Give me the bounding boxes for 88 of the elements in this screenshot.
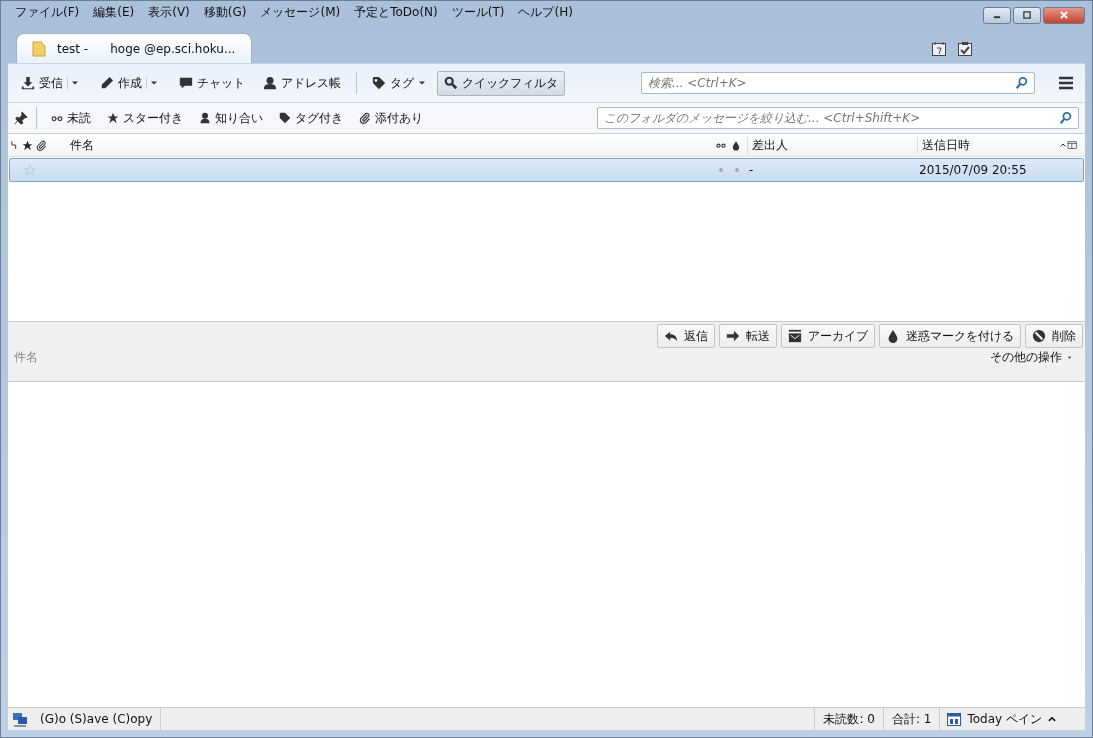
menu-item[interactable]: ファイル(F) [8,1,87,23]
search-field[interactable]: 検索... <Ctrl+K> [641,72,1035,94]
pin-button[interactable] [14,111,28,125]
tab-account: hoge @ep.sci.hoku... [110,41,236,56]
flame-icon [886,329,900,343]
tag-icon [372,76,386,90]
toolbar-button[interactable]: 作成 [93,70,168,96]
glasses-icon [715,140,727,150]
close-icon [1058,10,1070,20]
menu-button[interactable] [1057,75,1075,91]
star-icon [22,139,33,151]
message-action-button[interactable]: 迷惑マークを付ける [879,324,1021,348]
filter-search-field[interactable]: このフォルダのメッセージを絞り込む... <Ctrl+Shift+K> [597,107,1079,129]
pin-icon [14,111,28,125]
person-icon [199,112,211,124]
star-icon [107,112,119,124]
pencil-icon [100,76,114,90]
column-header[interactable]: 件名 [50,136,715,154]
total-count: 合計: 1 [883,708,941,730]
clipboard-check-icon [957,41,973,57]
caret-icon [71,79,79,87]
paperclip-icon [359,112,371,124]
right-arrow-icon [726,329,740,343]
filter-button[interactable]: スター付き [101,106,189,130]
message-action-button[interactable]: 転送 [719,324,777,348]
message-action-button[interactable]: アーカイブ [781,324,875,348]
maximize-button[interactable] [1013,6,1041,24]
toolbar-button[interactable]: タグ [365,70,433,96]
more-actions-button[interactable]: その他の操作 [984,348,1079,367]
read-dot [719,168,723,172]
archive-box-icon [788,329,802,343]
toolbar-button[interactable]: クイックフィルタ [437,70,565,96]
menu-item[interactable]: 移動(G) [196,1,254,23]
close-button[interactable] [1043,6,1085,24]
filter-button[interactable]: タグ付き [273,106,349,130]
toolbar-button[interactable]: 受信 [14,70,89,96]
tasks-button[interactable] [957,41,973,57]
caret-icon [418,79,426,87]
star-outline-icon [24,164,36,176]
message-action-button[interactable]: 削除 [1025,324,1083,348]
unread-count: 未読数: 0 [814,708,884,730]
menu-item[interactable]: ツール(T) [444,1,512,23]
status-text: (G)o (S)ave (C)opy [32,708,162,730]
calendar-icon [931,41,947,57]
message-action-button[interactable]: 返信 [657,324,715,348]
message-row[interactable]: - 2015/07/09 20:55 [9,158,1084,182]
menu-icon [1057,75,1075,91]
reply-arrow-icon [664,329,678,343]
menu-item[interactable]: 編集(E) [86,1,142,23]
junk-dot [735,168,739,172]
no-entry-icon [1032,329,1046,343]
chat-bubble-icon [179,76,193,90]
chevron-up-icon [1047,714,1057,724]
menu-item[interactable]: 予定とToDo(N) [347,1,445,23]
network-icon [12,711,28,727]
caret-icon [1066,354,1073,361]
caret-icon [150,79,158,87]
download-icon [21,76,35,90]
tag-icon [279,112,291,124]
subject-label: 件名 [14,349,38,366]
person-icon [263,76,277,90]
sender-cell-text: - [748,163,755,177]
calendar-icon [946,711,963,727]
toolbar-button[interactable]: アドレス帳 [256,70,348,96]
date-cell-text: 2015/07/09 20:55 [918,163,1028,177]
column-header[interactable]: 差出人 [747,136,917,154]
flame-icon [731,139,741,151]
column-header[interactable]: 送信日時 [917,136,1067,154]
toolbar-button[interactable]: チャット [172,70,252,96]
search-icon [1059,111,1073,125]
search-icon [444,76,458,90]
search-icon [1015,76,1029,90]
menu-item[interactable]: 表示(V) [141,1,197,23]
menu-item[interactable]: メッセージ(M) [253,1,348,23]
filter-button[interactable]: 添付あり [353,106,429,130]
folder-tab[interactable]: test - hoge @ep.sci.hoku... [16,33,253,63]
today-pane-button[interactable]: Today ペイン [940,710,1063,728]
minimize-button[interactable] [983,6,1011,24]
column-picker-icon [1067,139,1078,151]
sort-ascending-icon [1059,141,1067,149]
tab-title: test - [57,41,89,56]
filter-button[interactable]: 知り合い [193,106,269,130]
menu-item[interactable]: ヘルプ(H) [511,1,580,23]
paperclip-icon [36,139,47,151]
calendar-button[interactable] [931,41,947,57]
filter-button[interactable]: 未読 [45,106,97,130]
folder-icon [31,39,47,58]
maximize-icon [1021,10,1033,20]
